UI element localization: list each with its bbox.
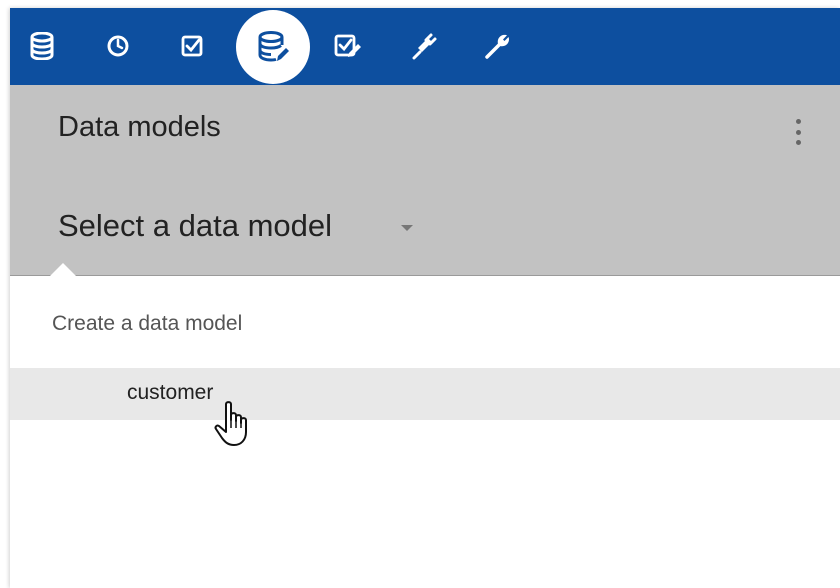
page-header: Data models Select a data model xyxy=(10,85,840,276)
data-model-select-label: Select a data model xyxy=(58,208,333,243)
data-model-option-customer[interactable]: customer xyxy=(10,368,840,420)
caret-down-icon xyxy=(401,225,413,231)
plug-icon[interactable] xyxy=(406,28,442,64)
clock-icon[interactable] xyxy=(100,28,136,64)
database-edit-icon[interactable] xyxy=(236,10,310,84)
wrench-icon[interactable] xyxy=(480,28,516,64)
checkbox-icon[interactable] xyxy=(174,28,210,64)
more-options-icon[interactable] xyxy=(790,115,806,149)
database-icon[interactable] xyxy=(24,28,60,64)
data-model-select[interactable]: Select a data model xyxy=(58,203,428,247)
menu-pointer xyxy=(50,263,76,276)
app-window: Data models Select a data model Create a… xyxy=(10,8,840,588)
list-item-label: customer xyxy=(127,381,214,404)
page-title: Data models xyxy=(58,111,221,143)
checklist-edit-icon[interactable] xyxy=(330,28,366,64)
top-navigation-bar xyxy=(10,8,840,85)
create-data-model-option[interactable]: Create a data model xyxy=(52,312,242,336)
data-model-dropdown-menu: Create a data model customer xyxy=(10,263,840,588)
